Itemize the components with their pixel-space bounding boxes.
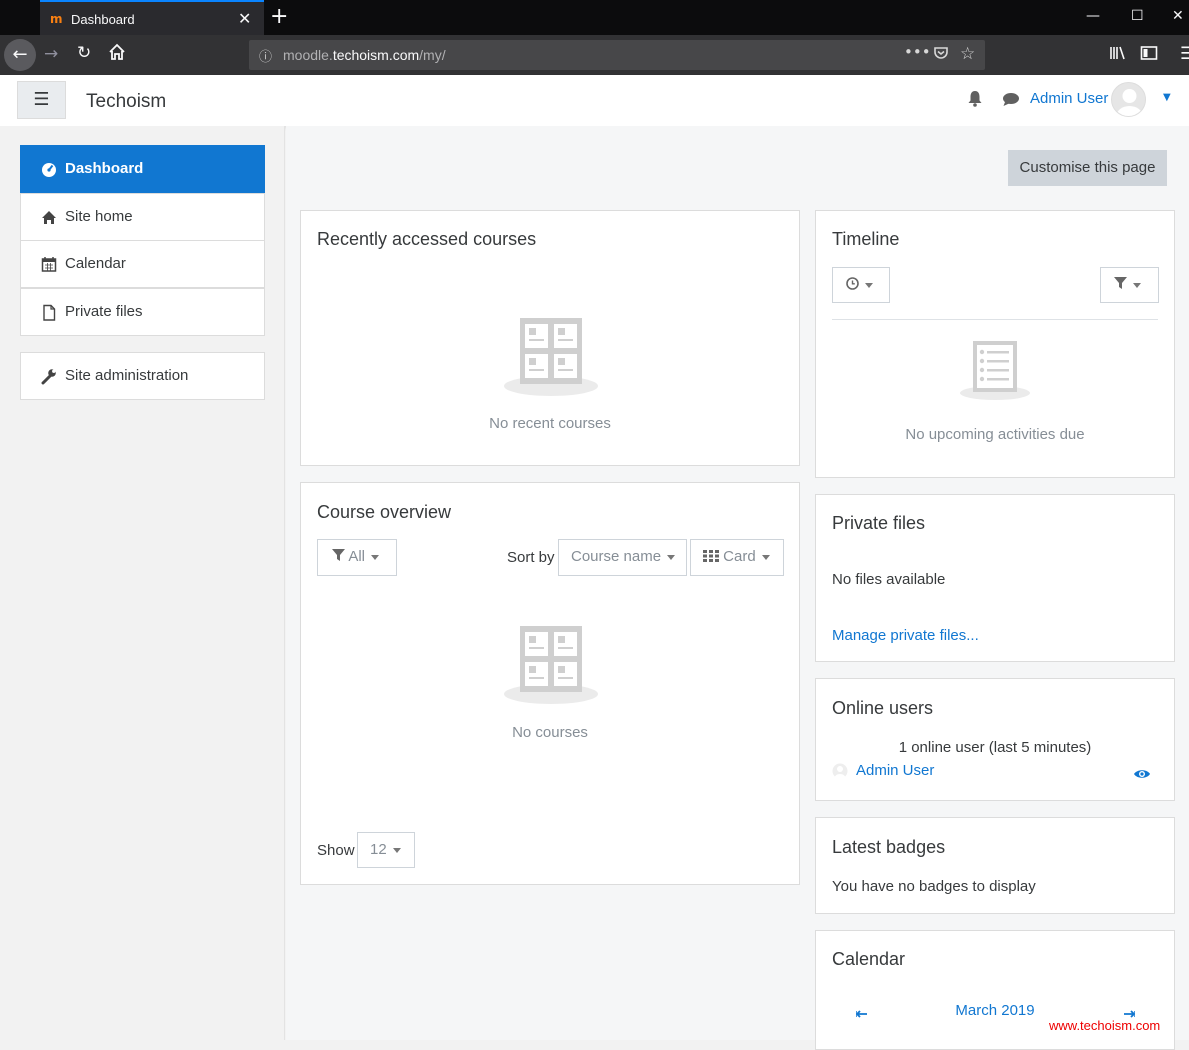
- menu-icon[interactable]: ☰: [1180, 44, 1189, 64]
- nav-item-site-administration[interactable]: Site administration: [20, 352, 265, 400]
- url-text: moodle.techoism.com/my/: [283, 47, 446, 63]
- hamburger-icon: ☰: [33, 89, 50, 110]
- forward-button[interactable]: →: [44, 44, 58, 64]
- arrow-left-icon: ←: [12, 44, 28, 65]
- user-avatar-icon: [832, 763, 848, 784]
- filter-icon: [1114, 277, 1127, 289]
- calendar-month-link[interactable]: March 2019: [816, 1002, 1174, 1019]
- home-icon: [109, 43, 125, 60]
- nav-item-calendar[interactable]: Calendar: [20, 240, 265, 288]
- file-icon: [41, 289, 57, 354]
- user-menu-name[interactable]: Admin User: [1030, 90, 1108, 107]
- grouping-filter-dropdown[interactable]: All: [317, 539, 397, 576]
- courses-empty-icon: [501, 622, 601, 711]
- course-overview-block: Course overview All Sort by Course name …: [300, 482, 800, 885]
- arrow-right-icon: →: [44, 44, 59, 64]
- window-close-button[interactable]: ✕: [1172, 8, 1184, 24]
- watermark: www.techoism.com: [1049, 1018, 1161, 1033]
- maximize-button[interactable]: ☐: [1131, 8, 1144, 24]
- customise-page-button[interactable]: Customise this page: [1008, 150, 1167, 186]
- bell-icon: [968, 91, 982, 107]
- filter-icon: [332, 549, 345, 561]
- clock-icon: [846, 277, 859, 290]
- paging-dropdown[interactable]: 12: [357, 832, 415, 868]
- sort-by-label: Sort by: [507, 549, 555, 566]
- site-name[interactable]: Techoism: [86, 91, 166, 113]
- timeline-block: Timeline No upcoming activities due: [815, 210, 1175, 478]
- show-label: Show: [317, 842, 355, 859]
- info-icon[interactable]: ⓘ: [259, 46, 272, 65]
- timeline-date-filter-dropdown[interactable]: [832, 267, 890, 303]
- empty-message: No recent courses: [489, 415, 611, 432]
- back-button[interactable]: ←: [4, 39, 36, 71]
- arrow-right-icon: [1124, 1010, 1136, 1018]
- tab-close-button[interactable]: ✕: [238, 9, 251, 29]
- block-title: Timeline: [832, 229, 900, 249]
- grid-icon: [703, 550, 719, 562]
- nav-item-dashboard[interactable]: Dashboard: [20, 145, 265, 193]
- reload-button[interactable]: ↻: [77, 43, 91, 63]
- wrench-icon: [41, 353, 57, 418]
- pocket-icon[interactable]: [933, 45, 949, 65]
- nav-item-label: Dashboard: [65, 160, 144, 177]
- bookmark-star-icon[interactable]: ☆: [960, 44, 975, 64]
- latest-badges-block: Latest badges You have no badges to disp…: [815, 817, 1175, 914]
- sidebar-toggle-icon[interactable]: [1140, 45, 1158, 66]
- nav-item-label: Site administration: [65, 367, 189, 384]
- drawer-toggle-button[interactable]: ☰: [17, 81, 66, 119]
- reload-icon: ↻: [77, 43, 92, 63]
- page-actions-icon[interactable]: •••: [904, 43, 931, 61]
- empty-message: No files available: [832, 571, 946, 588]
- divider: [832, 319, 1158, 320]
- view-dropdown[interactable]: Card: [690, 539, 784, 576]
- private-files-block: Private files No files available Manage …: [815, 494, 1175, 662]
- block-title: Latest badges: [832, 837, 946, 857]
- avatar[interactable]: [1111, 82, 1146, 117]
- activities-empty-icon: [959, 339, 1031, 406]
- address-bar[interactable]: ⓘ moodle.techoism.com/my/ ••• ☆: [249, 40, 985, 70]
- block-title: Recently accessed courses: [317, 229, 537, 249]
- visibility-toggle[interactable]: [1133, 767, 1151, 785]
- empty-message: No courses: [512, 724, 588, 741]
- online-user-link[interactable]: Admin User: [856, 762, 934, 779]
- recent-courses-block: Recently accessed courses No recent cour…: [300, 210, 800, 466]
- online-users-summary: 1 online user (last 5 minutes): [898, 739, 1092, 756]
- library-icon[interactable]: [1109, 45, 1127, 65]
- block-title: Calendar: [832, 949, 906, 969]
- eye-icon: [1134, 770, 1150, 778]
- empty-message: No upcoming activities due: [905, 426, 1085, 443]
- nav-item-label: Calendar: [65, 255, 126, 272]
- block-title: Private files: [832, 513, 926, 533]
- block-title: Course overview: [317, 502, 452, 522]
- nav-item-label: Private files: [65, 303, 143, 320]
- chat-icon: [1003, 93, 1019, 106]
- moodle-logo-icon: m: [50, 12, 63, 26]
- sort-dropdown[interactable]: Course name: [558, 539, 687, 576]
- tab-title: Dashboard: [71, 12, 135, 27]
- user-menu-caret-icon[interactable]: ▼: [1163, 92, 1171, 103]
- minimize-button[interactable]: —: [1086, 8, 1100, 24]
- notifications-button[interactable]: [967, 90, 983, 111]
- block-title: Online users: [832, 698, 934, 718]
- nav-item-label: Site home: [65, 208, 133, 225]
- empty-message: You have no badges to display: [832, 878, 1036, 895]
- timeline-sort-dropdown[interactable]: [1100, 267, 1159, 303]
- browser-tab[interactable]: m Dashboard ✕: [40, 0, 264, 35]
- home-button[interactable]: [108, 43, 126, 66]
- courses-empty-icon: [501, 314, 601, 403]
- messages-button[interactable]: [1002, 92, 1020, 111]
- nav-item-site-home[interactable]: Site home: [20, 193, 265, 241]
- online-users-block: Online users 1 online user (last 5 minut…: [815, 678, 1175, 801]
- new-tab-button[interactable]: +: [270, 4, 288, 29]
- nav-item-private-files[interactable]: Private files: [20, 288, 265, 336]
- manage-private-files-link[interactable]: Manage private files...: [832, 627, 979, 644]
